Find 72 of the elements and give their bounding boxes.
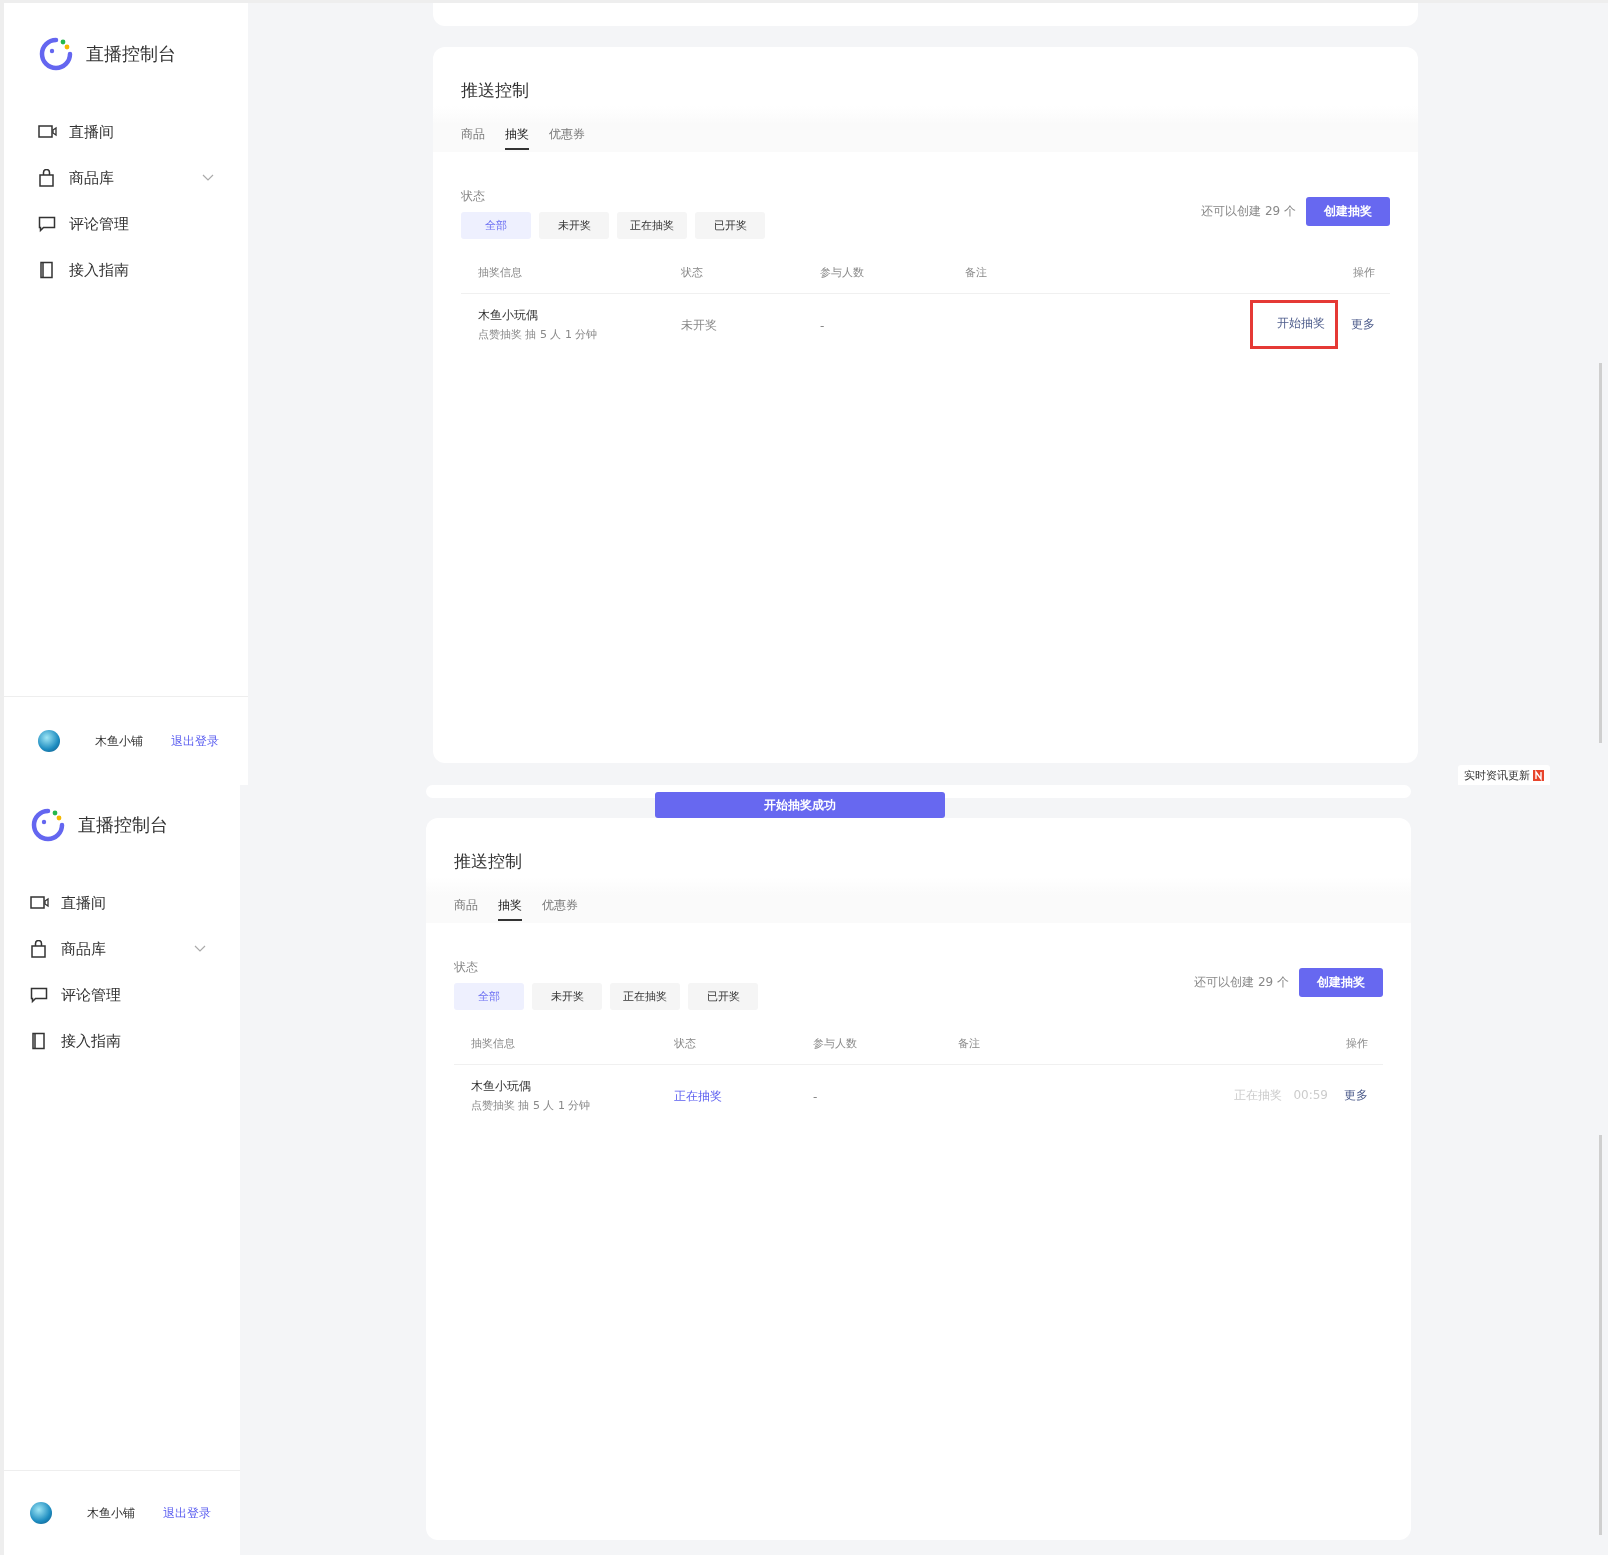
logo-icon <box>38 36 74 72</box>
prize-name: 木鱼小玩偶 <box>478 306 539 324</box>
create-button[interactable]: 创建抽奖 <box>1299 968 1383 997</box>
action-link[interactable]: 开始抽奖 <box>1253 302 1335 346</box>
table-cell: - <box>813 1089 818 1104</box>
new-badge-icon <box>1533 770 1544 781</box>
tab[interactable]: 抽奖 <box>505 126 529 150</box>
column-header: 操作 <box>1345 1035 1369 1051</box>
tab[interactable]: 抽奖 <box>498 897 522 921</box>
filter-button[interactable]: 全部 <box>454 983 524 1010</box>
comment-icon <box>30 986 49 1004</box>
column-header: 参与人数 <box>813 1035 858 1051</box>
status-text: 正在抽奖 <box>674 1089 722 1103</box>
action-link[interactable]: 更多 <box>1351 315 1375 333</box>
filter-button[interactable]: 未开奖 <box>532 983 602 1010</box>
status-text: 未开奖 <box>681 318 717 332</box>
column-header: 操作 <box>1352 264 1376 280</box>
sidebar-item[interactable]: 直播间 <box>30 893 240 913</box>
column-header: 备注 <box>958 1035 981 1051</box>
panel-title: 推送控制 <box>460 79 530 102</box>
filter-button[interactable]: 正在抽奖 <box>610 983 680 1010</box>
sidebar-item[interactable]: 接入指南 <box>30 1031 240 1051</box>
toast-message: 开始抽奖成功 <box>655 792 945 818</box>
quota-text: 还可以创建 29 个 <box>1194 974 1289 991</box>
logout-link[interactable]: 退出登录 <box>163 1504 211 1522</box>
filter-button[interactable]: 全部 <box>461 212 531 239</box>
column-header: 抽奖信息 <box>470 1035 516 1051</box>
tab[interactable]: 商品 <box>454 897 478 919</box>
user-name: 木鱼小铺 <box>95 732 143 750</box>
scrollbar[interactable] <box>1599 1135 1602 1535</box>
table-cell: - <box>820 318 825 333</box>
column-header: 参与人数 <box>820 264 865 280</box>
user-name: 木鱼小铺 <box>87 1504 135 1522</box>
filter-label: 状态 <box>461 188 486 205</box>
quota-text: 还可以创建 29 个 <box>1201 203 1296 220</box>
tab[interactable]: 优惠券 <box>549 126 585 148</box>
shopping-bag-icon <box>38 169 57 187</box>
column-header: 状态 <box>681 264 704 280</box>
panel-title: 推送控制 <box>453 850 523 873</box>
sidebar-item[interactable]: 商品库 <box>30 939 240 959</box>
filter-button[interactable]: 正在抽奖 <box>617 212 687 239</box>
tab[interactable]: 优惠券 <box>542 897 578 919</box>
filter-button[interactable]: 已开奖 <box>688 983 758 1010</box>
scrollbar[interactable] <box>1599 363 1602 743</box>
sidebar-item[interactable]: 直播间 <box>38 122 248 142</box>
column-header: 抽奖信息 <box>477 264 523 280</box>
prize-detail: 点赞抽奖 抽 5 人 1 分钟 <box>471 1097 592 1113</box>
logo-icon <box>30 807 66 843</box>
comment-icon <box>38 215 57 233</box>
sidebar-item[interactable]: 评论管理 <box>30 985 240 1005</box>
app-title: 直播控制台 <box>78 813 168 837</box>
prize-detail: 点赞抽奖 抽 5 人 1 分钟 <box>478 326 599 342</box>
avatar <box>30 1502 52 1524</box>
video-camera-icon <box>30 894 49 912</box>
prize-name: 木鱼小玩偶 <box>471 1077 532 1095</box>
filter-button[interactable]: 未开奖 <box>539 212 609 239</box>
logout-link[interactable]: 退出登录 <box>171 732 219 750</box>
news-tag[interactable]: 实时资讯更新 <box>1458 765 1550 785</box>
filter-button[interactable]: 已开奖 <box>695 212 765 239</box>
tab[interactable]: 商品 <box>461 126 485 148</box>
video-camera-icon <box>38 123 57 141</box>
shopping-bag-icon <box>30 940 49 958</box>
app-title: 直播控制台 <box>86 42 176 66</box>
sidebar-item[interactable]: 商品库 <box>38 168 248 188</box>
create-button[interactable]: 创建抽奖 <box>1306 197 1390 226</box>
column-header: 状态 <box>674 1035 697 1051</box>
action-link[interactable]: 更多 <box>1344 1086 1368 1104</box>
sidebar-item[interactable]: 接入指南 <box>38 260 248 280</box>
filter-label: 状态 <box>454 959 479 976</box>
avatar <box>38 730 60 752</box>
sidebar-item[interactable]: 评论管理 <box>38 214 248 234</box>
column-header: 备注 <box>965 264 988 280</box>
